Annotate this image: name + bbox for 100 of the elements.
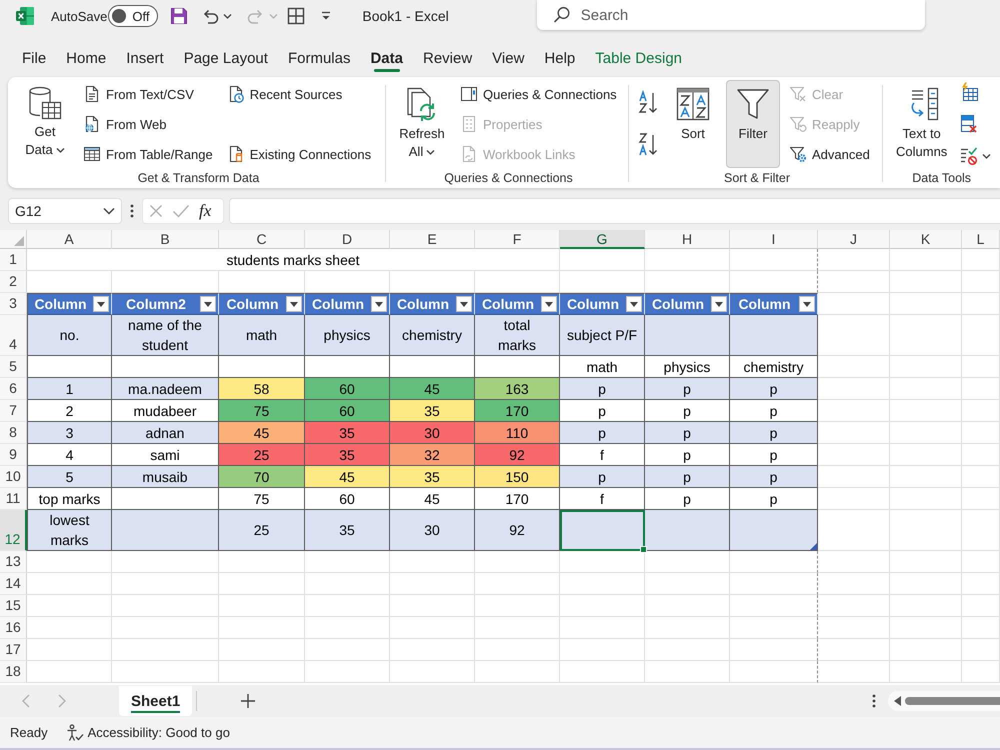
plus-icon[interactable] bbox=[241, 694, 256, 708]
ribbon-button[interactable]: Advanced bbox=[786, 140, 873, 168]
spreadsheet-logo-icon[interactable] bbox=[15, 6, 35, 26]
name-box[interactable]: G12 bbox=[8, 198, 122, 224]
filter-dropdown-button[interactable] bbox=[456, 296, 472, 312]
column-header[interactable]: L bbox=[962, 230, 1000, 249]
row-header[interactable]: 13 bbox=[0, 551, 27, 573]
column-header[interactable]: E bbox=[390, 230, 475, 249]
scrollbar-thumb[interactable] bbox=[905, 697, 1000, 705]
row-header[interactable]: 5 bbox=[0, 356, 27, 378]
ribbon-tab[interactable]: Help bbox=[534, 42, 586, 74]
filter-dropdown-button[interactable] bbox=[200, 296, 216, 312]
row-header[interactable]: 18 bbox=[0, 661, 27, 683]
column-name: Column bbox=[310, 295, 366, 314]
table-cell: total marks bbox=[475, 315, 560, 356]
row-header[interactable]: 8 bbox=[0, 422, 27, 444]
row-header[interactable]: 10 bbox=[0, 466, 27, 488]
ribbon-tab[interactable]: Insert bbox=[116, 42, 174, 74]
data-validation-icon[interactable] bbox=[959, 146, 980, 166]
column-header[interactable]: G bbox=[560, 230, 645, 249]
ribbon-button[interactable]: Recent Sources bbox=[224, 80, 374, 108]
formula-input[interactable] bbox=[229, 198, 1000, 224]
column-header[interactable]: I bbox=[730, 230, 818, 249]
ribbon-tab[interactable]: File bbox=[12, 42, 56, 74]
ribbon-tab[interactable]: Home bbox=[56, 42, 116, 74]
chevron-down-icon[interactable] bbox=[426, 149, 436, 156]
scroll-left-icon[interactable] bbox=[894, 696, 901, 706]
ribbon-tab[interactable]: Review bbox=[412, 42, 482, 74]
column-header[interactable]: H bbox=[645, 230, 730, 249]
filter-dropdown-button[interactable] bbox=[799, 296, 815, 312]
filter-dropdown-button[interactable] bbox=[93, 296, 109, 312]
row-header[interactable]: 17 bbox=[0, 639, 27, 661]
ribbon-button[interactable]: From Web bbox=[80, 110, 216, 138]
column-header[interactable]: B bbox=[112, 230, 219, 249]
filter-dropdown-button[interactable] bbox=[626, 296, 642, 312]
row-header[interactable]: 15 bbox=[0, 595, 27, 617]
ribbon-button[interactable]: From Table/Range bbox=[80, 140, 216, 168]
column-header[interactable]: C bbox=[219, 230, 305, 249]
more-options-icon[interactable] bbox=[872, 694, 876, 708]
sort-descending-icon[interactable] bbox=[638, 132, 660, 158]
row-header[interactable]: 4 bbox=[0, 315, 27, 356]
chevron-down-icon[interactable] bbox=[56, 147, 65, 154]
row-header[interactable]: 6 bbox=[0, 378, 27, 400]
ribbon-button[interactable]: Queries & Connections bbox=[457, 80, 620, 108]
ribbon-button[interactable]: Text to Columns bbox=[892, 80, 952, 168]
ribbon-tab[interactable]: Data bbox=[360, 42, 413, 74]
ribbon-tab[interactable]: Formulas bbox=[278, 42, 360, 74]
resize-handle-icon[interactable] bbox=[810, 543, 817, 550]
row-header[interactable]: 1 bbox=[0, 249, 27, 271]
empty-cell bbox=[818, 444, 890, 466]
row-header[interactable]: 2 bbox=[0, 271, 27, 293]
ribbon-button[interactable]: Sort bbox=[666, 80, 720, 168]
insert-function-button[interactable]: fx bbox=[199, 201, 212, 221]
column-name: Column2 bbox=[125, 295, 187, 314]
row-header[interactable]: 12 bbox=[0, 510, 27, 551]
more-options-icon[interactable] bbox=[130, 204, 134, 218]
borders-icon[interactable] bbox=[287, 7, 306, 25]
autosave-toggle[interactable]: Off bbox=[108, 5, 158, 27]
filter-dropdown-button[interactable] bbox=[541, 296, 557, 312]
ribbon-button[interactable]: Existing Connections bbox=[224, 140, 374, 168]
remove-duplicates-icon[interactable] bbox=[959, 114, 980, 134]
column-header[interactable]: J bbox=[818, 230, 890, 249]
ribbon-tab[interactable]: View bbox=[482, 42, 534, 74]
filter-dropdown-button[interactable] bbox=[711, 296, 727, 312]
check-icon[interactable] bbox=[172, 204, 190, 218]
search-field[interactable]: Search bbox=[536, 0, 925, 30]
column-header[interactable]: F bbox=[475, 230, 560, 249]
accessibility-status[interactable]: Accessibility: Good to go bbox=[88, 725, 230, 740]
column-header[interactable]: A bbox=[27, 230, 112, 249]
sheet-tab[interactable]: Sheet1 bbox=[119, 686, 192, 716]
chevron-down-icon[interactable] bbox=[223, 12, 232, 20]
active-cell[interactable] bbox=[560, 510, 645, 551]
row-header[interactable]: 16 bbox=[0, 617, 27, 639]
ribbon-button[interactable]: Filter bbox=[726, 80, 780, 168]
flash-fill-icon[interactable] bbox=[959, 82, 980, 102]
accessibility-icon[interactable] bbox=[66, 724, 84, 742]
fill-handle[interactable] bbox=[640, 546, 647, 553]
table-cell: 1 bbox=[27, 378, 112, 400]
customize-icon[interactable] bbox=[320, 11, 332, 21]
save-icon[interactable] bbox=[170, 7, 188, 25]
ribbon-button[interactable]: From Text/CSV bbox=[80, 80, 216, 108]
row-header[interactable]: 3 bbox=[0, 293, 27, 315]
row-header[interactable]: 7 bbox=[0, 400, 27, 422]
column-name: Column bbox=[225, 295, 280, 314]
column-header[interactable]: D bbox=[305, 230, 390, 249]
ribbon-button[interactable]: Get Data bbox=[18, 80, 72, 168]
filter-dropdown-button[interactable] bbox=[286, 296, 302, 312]
row-header[interactable]: 14 bbox=[0, 573, 27, 595]
column-name: Column bbox=[737, 295, 792, 314]
filter-dropdown-button[interactable] bbox=[371, 296, 387, 312]
row-header[interactable]: 9 bbox=[0, 444, 27, 466]
horizontal-scrollbar[interactable] bbox=[888, 691, 1000, 711]
chevron-down-icon[interactable] bbox=[103, 207, 115, 215]
column-header[interactable]: K bbox=[890, 230, 962, 249]
ribbon-tab[interactable]: Page Layout bbox=[174, 42, 278, 74]
chevron-down-icon[interactable] bbox=[982, 152, 992, 160]
ribbon-tab[interactable]: Table Design bbox=[585, 42, 692, 74]
ribbon-button[interactable]: Refresh All bbox=[395, 80, 449, 168]
row-header[interactable]: 11 bbox=[0, 488, 27, 510]
table-icon bbox=[83, 145, 101, 163]
